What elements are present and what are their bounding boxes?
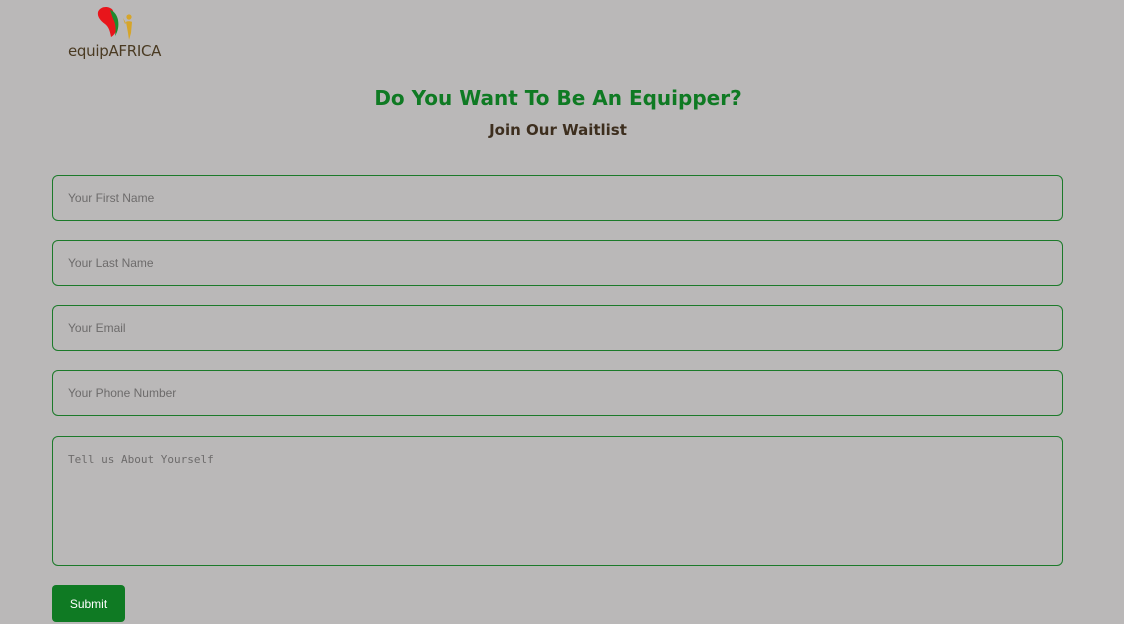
logo-text: equipAFRICA bbox=[68, 42, 162, 60]
phone-input[interactable] bbox=[52, 370, 1063, 416]
africa-map-logo-icon bbox=[97, 7, 132, 40]
page-subtitle: Join Our Waitlist bbox=[489, 121, 627, 139]
waitlist-page: equipAFRICA Do You Want To Be An Equippe… bbox=[0, 0, 1124, 624]
about-textarea[interactable] bbox=[52, 436, 1063, 566]
email-input[interactable] bbox=[52, 305, 1063, 351]
last-name-input[interactable] bbox=[52, 240, 1063, 286]
first-name-input[interactable] bbox=[52, 175, 1063, 221]
equipafrica-logo[interactable]: equipAFRICA bbox=[68, 6, 168, 62]
page-title: Do You Want To Be An Equipper? bbox=[374, 86, 742, 110]
submit-button[interactable]: Submit bbox=[52, 585, 125, 622]
